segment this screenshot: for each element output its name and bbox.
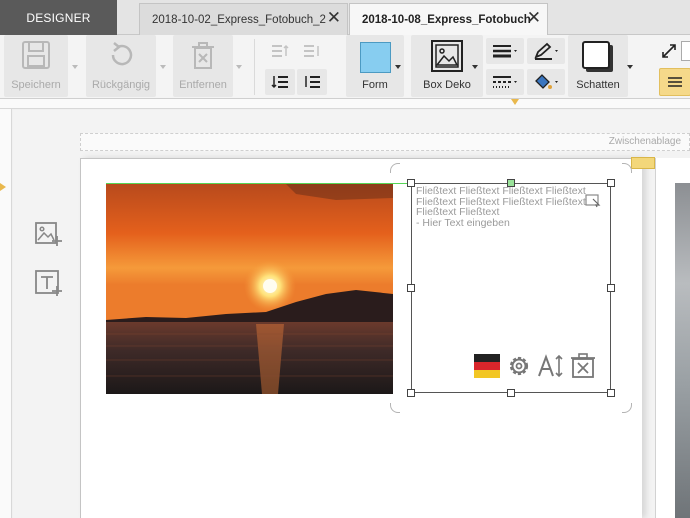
shadow-button[interactable]: Schatten xyxy=(568,35,628,97)
gear-icon xyxy=(509,356,529,376)
line-weight-icon xyxy=(493,45,517,58)
undo-icon xyxy=(111,42,133,66)
designer-tab[interactable]: DESIGNER xyxy=(0,0,117,35)
border-color-button[interactable] xyxy=(527,38,565,64)
add-image-tool[interactable] xyxy=(33,218,63,248)
undo-options-caret[interactable] xyxy=(160,65,166,69)
tab-label: 2018-10-08_Express_Fotobuch xyxy=(362,14,531,26)
text-settings-button[interactable] xyxy=(503,350,535,382)
zoom-input[interactable] xyxy=(681,41,690,61)
resize-handle-top-left[interactable] xyxy=(407,179,415,187)
fill-color-button[interactable] xyxy=(527,69,565,95)
tab-label: 2018-10-02_Express_Fotobuch_2 xyxy=(152,13,326,26)
toolbar: Speichern Rückgängig Entfernen Form Box … xyxy=(0,35,690,99)
border-style-button[interactable] xyxy=(486,69,524,95)
delete-box-button[interactable] xyxy=(567,350,599,382)
floppy-icon xyxy=(22,41,50,69)
expand-icon xyxy=(662,44,676,58)
resize-handle-right[interactable] xyxy=(607,284,615,292)
toolbar-divider xyxy=(254,39,255,95)
box-deco-options-caret[interactable] xyxy=(472,65,478,69)
spacing-up-icon xyxy=(304,45,319,57)
ruler-marker[interactable] xyxy=(511,99,519,105)
trash-icon xyxy=(192,42,214,69)
text-box-content[interactable]: Fließtext Fließtext Fließtext Fließtext … xyxy=(416,186,606,228)
font-size-icon xyxy=(538,354,563,378)
shape-options-caret[interactable] xyxy=(395,65,401,69)
spacing-down-icon xyxy=(305,76,320,88)
fit-button[interactable] xyxy=(657,38,681,64)
rotate-handle[interactable] xyxy=(507,179,515,187)
sunset-photo[interactable] xyxy=(106,184,393,394)
save-button[interactable]: Speichern xyxy=(4,35,68,97)
clipboard-area[interactable]: Zwischenablage xyxy=(80,133,690,151)
spacing-up-icon xyxy=(272,44,289,57)
paint-bucket-icon xyxy=(535,74,558,89)
tab-project-1[interactable]: 2018-10-02_Express_Fotobuch_2 ✕ xyxy=(139,3,348,35)
resize-handle-top-right[interactable] xyxy=(607,179,615,187)
align-left-button[interactable] xyxy=(659,68,690,96)
spacing-down-icon xyxy=(271,76,288,89)
line-spacing-decrease-button[interactable] xyxy=(265,69,295,95)
horizontal-ruler[interactable] xyxy=(0,99,690,109)
shadow-options-caret[interactable] xyxy=(627,65,633,69)
add-text-icon xyxy=(35,270,62,296)
paragraph-spacing-increase-button[interactable] xyxy=(297,38,327,64)
shadow-icon xyxy=(582,41,613,72)
text-cursor-icon[interactable] xyxy=(585,194,601,208)
add-text-tool[interactable] xyxy=(33,268,63,298)
resize-handle-bottom[interactable] xyxy=(507,389,515,397)
save-options-caret[interactable] xyxy=(72,65,78,69)
pen-icon xyxy=(534,42,558,60)
close-icon[interactable]: ✕ xyxy=(527,9,541,26)
language-button[interactable] xyxy=(471,350,503,382)
alignment-guide xyxy=(106,183,414,184)
tab-project-2[interactable]: 2018-10-08_Express_Fotobuch ✕ xyxy=(349,3,548,36)
image-frame-icon xyxy=(431,40,463,72)
tab-bar: DESIGNER 2018-10-02_Express_Fotobuch_2 ✕… xyxy=(0,0,690,36)
resize-handle-left[interactable] xyxy=(407,284,415,292)
align-text-icon xyxy=(668,77,682,87)
add-image-icon xyxy=(35,222,62,246)
remove-button[interactable]: Entfernen xyxy=(173,35,233,97)
page-tag[interactable] xyxy=(631,157,655,169)
font-size-button[interactable] xyxy=(535,350,567,382)
resize-handle-bottom-right[interactable] xyxy=(607,389,615,397)
remove-options-caret[interactable] xyxy=(236,65,242,69)
undo-button[interactable]: Rückgängig xyxy=(86,35,156,97)
delete-box-icon xyxy=(571,353,595,378)
paragraph-spacing-decrease-button[interactable] xyxy=(297,69,327,95)
shape-icon xyxy=(359,42,391,73)
line-spacing-increase-button[interactable] xyxy=(265,38,295,64)
border-width-button[interactable] xyxy=(486,38,524,64)
sunset-image xyxy=(106,184,393,394)
close-icon[interactable]: ✕ xyxy=(327,9,341,26)
vertical-ruler[interactable] xyxy=(0,109,12,518)
photo-next-page[interactable] xyxy=(675,183,690,518)
resize-handle-bottom-left[interactable] xyxy=(407,389,415,397)
ruler-marker[interactable] xyxy=(0,183,6,191)
frame-corner xyxy=(390,163,400,173)
line-style-icon xyxy=(493,76,517,88)
german-flag-icon xyxy=(474,354,500,378)
